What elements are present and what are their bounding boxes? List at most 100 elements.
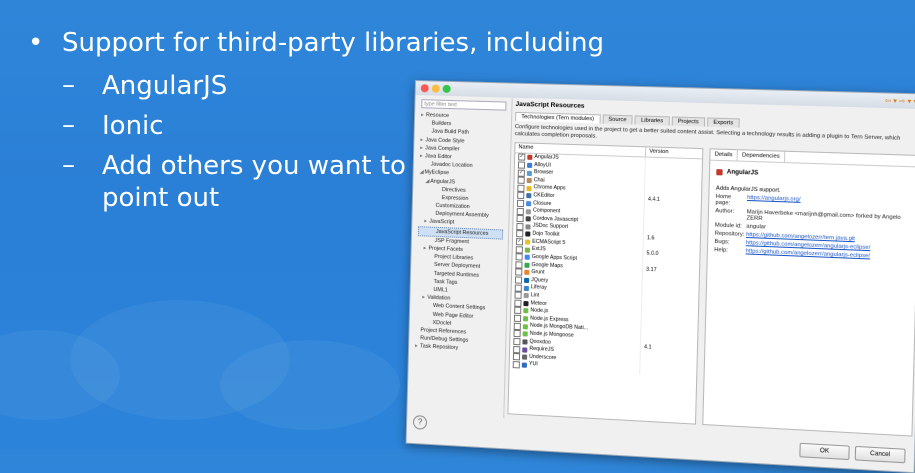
library-checkbox[interactable]: [516, 215, 524, 223]
library-version: [645, 173, 648, 181]
library-icon: [524, 270, 530, 276]
library-icon: [525, 216, 531, 222]
library-version: [642, 297, 645, 305]
library-checkbox[interactable]: ✓: [518, 153, 526, 161]
tree-item-label: Task Repository: [419, 343, 459, 352]
library-checkbox[interactable]: [514, 276, 523, 284]
details-tab-details[interactable]: Details: [710, 149, 738, 161]
library-version: [645, 181, 648, 189]
library-checkbox[interactable]: [514, 299, 522, 307]
library-checkbox[interactable]: [514, 284, 522, 292]
library-icon: [526, 185, 532, 191]
library-icon: [526, 178, 532, 184]
library-checkbox[interactable]: [517, 161, 526, 169]
library-checkbox[interactable]: [515, 245, 523, 254]
tree-item-label: Server Deployment: [433, 262, 481, 271]
library-checkbox[interactable]: [512, 360, 520, 369]
library-checkbox[interactable]: ✓: [515, 238, 524, 246]
library-name: YUI: [528, 361, 538, 368]
library-checkbox[interactable]: [516, 199, 525, 208]
dash-glyph: –: [62, 110, 75, 140]
tree-item-label: JavaScript: [429, 219, 455, 227]
library-icon: [523, 308, 529, 314]
library-checkbox[interactable]: [514, 307, 522, 315]
library-version: [642, 282, 645, 290]
help-icon[interactable]: ?: [412, 415, 428, 430]
tree-item-label: Java Build Path: [431, 128, 470, 137]
tree-item-label: Customization: [435, 202, 470, 211]
module-name: AngularJS: [726, 169, 759, 177]
tab-libraries[interactable]: Libraries: [634, 115, 670, 126]
details-tab-dependencies[interactable]: Dependencies: [737, 150, 786, 163]
tree-item-label: Validation: [427, 294, 451, 302]
tree-item-label: Javadoc Location: [430, 161, 473, 170]
library-icon: [522, 331, 528, 337]
tree-item-label: Java Editor: [424, 153, 452, 161]
library-checkbox[interactable]: [513, 337, 521, 346]
properties-dialog: ⇦ ▾ ⇨ ▾ ▾ type filter text ▸ Resource Buil…: [405, 80, 915, 473]
library-icon: [526, 170, 533, 176]
library-checkbox[interactable]: [516, 230, 524, 238]
library-version: [644, 227, 647, 235]
help-label: Help:: [714, 247, 728, 254]
tree-item-label: Project Facets: [428, 245, 463, 254]
library-checkbox[interactable]: [514, 291, 522, 300]
library-checkbox[interactable]: [515, 253, 523, 261]
library-icon: [527, 154, 533, 161]
library-checkbox[interactable]: [513, 345, 521, 353]
repository-label: Repository:: [714, 230, 745, 238]
tab-technologies[interactable]: Technologies (Tern modules): [515, 111, 601, 124]
library-checkbox[interactable]: [516, 207, 524, 215]
library-version: [644, 212, 647, 220]
tree-item-label: Java Compiler: [425, 145, 460, 153]
module-id-label: Module id:: [714, 222, 743, 230]
library-checkbox[interactable]: ✓: [517, 169, 525, 177]
library-checkbox[interactable]: [513, 322, 521, 330]
library-icon: [525, 208, 532, 214]
library-icon: [524, 262, 530, 268]
tree-item-label: Resource: [425, 112, 450, 120]
library-checkbox[interactable]: [515, 268, 523, 277]
library-checkbox[interactable]: [513, 314, 522, 323]
library-icon: [527, 162, 533, 168]
library-version: [640, 367, 643, 375]
library-version: [641, 328, 644, 336]
tab-projects[interactable]: Projects: [671, 116, 706, 127]
tree-item-label: AngularJS: [430, 178, 456, 185]
back-forward-arrows-icon[interactable]: ⇦ ▾ ⇨ ▾ ▾: [885, 97, 915, 106]
library-checkbox[interactable]: [517, 192, 525, 200]
library-checkbox[interactable]: [517, 176, 525, 185]
library-icon: [525, 224, 531, 230]
library-version: [643, 258, 646, 266]
library-icon: [522, 339, 528, 345]
maximize-window-button[interactable]: [442, 84, 451, 93]
filter-input[interactable]: type filter text: [421, 99, 507, 111]
library-checkbox[interactable]: [516, 222, 524, 231]
library-checkbox[interactable]: [513, 330, 521, 338]
dash-glyph: –: [62, 150, 75, 180]
minimize-window-button[interactable]: [431, 84, 440, 93]
column-header-version[interactable]: Version: [646, 147, 669, 157]
library-version: [641, 320, 644, 328]
ok-button[interactable]: OK: [799, 442, 850, 461]
tab-source[interactable]: Source: [602, 114, 633, 125]
background-cloud: [220, 340, 400, 430]
library-icon: [522, 323, 528, 330]
library-icon: [524, 247, 530, 253]
tree-item-label: Directives: [441, 186, 466, 194]
bugs-label: Bugs:: [714, 238, 730, 246]
close-window-button[interactable]: [420, 84, 429, 93]
library-version: [642, 313, 645, 321]
tab-exports[interactable]: Exports: [706, 117, 740, 128]
main-bullet-text: Support for third-party libraries, inclu…: [62, 28, 605, 58]
library-version: [644, 220, 647, 228]
library-icon: [523, 300, 529, 307]
library-checkbox[interactable]: [515, 261, 523, 269]
dash-glyph: –: [62, 70, 75, 100]
library-icon: [523, 293, 529, 299]
library-checkbox[interactable]: [512, 353, 521, 361]
library-checkbox[interactable]: [517, 184, 525, 192]
library-icon: [525, 239, 531, 245]
tree-item-label: JavaScript Resources: [435, 228, 489, 237]
library-version: [646, 165, 649, 173]
